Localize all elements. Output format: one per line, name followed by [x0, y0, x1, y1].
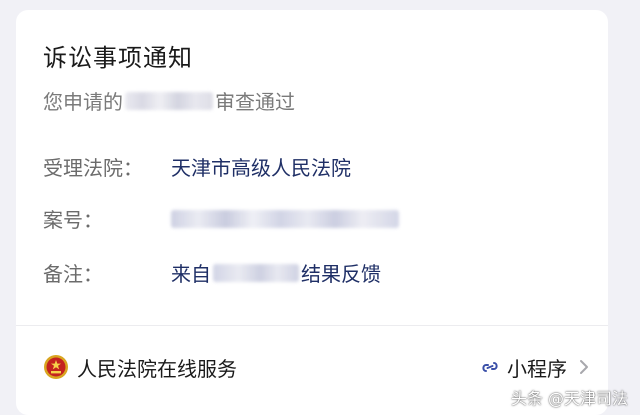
note-label: 备注：: [43, 262, 103, 286]
notice-subtitle: 您申请的 审查通过: [43, 86, 295, 115]
notice-title: 诉讼事项通知: [43, 44, 193, 72]
note-suffix: 结果反馈: [301, 262, 381, 286]
mini-program-label: 小程序: [507, 356, 567, 381]
card-footer[interactable]: 人民法院在线服务 小程序: [43, 350, 591, 384]
watermark: 头条 @天津司法: [510, 389, 628, 408]
subtitle-prefix: 您申请的: [43, 90, 123, 114]
redacted-note-source: [213, 263, 299, 282]
note-prefix: 来自: [171, 262, 211, 286]
redacted-application-name: [125, 91, 213, 110]
case-number-label: 案号：: [43, 208, 103, 232]
subtitle-suffix: 审查通过: [215, 90, 295, 114]
court-label: 受理法院：: [43, 156, 143, 180]
service-source: 人民法院在线服务: [43, 353, 237, 382]
mini-program-link[interactable]: 小程序: [479, 353, 591, 382]
chevron-right-icon: [580, 360, 588, 374]
note-row: 备注： 来自 结果反馈: [43, 258, 381, 287]
service-name: 人民法院在线服务: [77, 356, 237, 381]
footer-divider: [16, 325, 608, 326]
court-value: 天津市高级人民法院: [171, 156, 351, 180]
redacted-case-number: [171, 209, 399, 228]
case-number-row: 案号：: [43, 204, 399, 233]
court-emblem-icon: [44, 355, 68, 379]
notification-card[interactable]: 诉讼事项通知 您申请的 审查通过 受理法院： 天津市高级人民法院 案号： 备注：…: [16, 10, 608, 415]
link-icon: [482, 362, 498, 372]
note-value: 来自 结果反馈: [171, 258, 381, 287]
court-row: 受理法院： 天津市高级人民法院: [43, 152, 351, 181]
case-number-value: [171, 209, 399, 228]
